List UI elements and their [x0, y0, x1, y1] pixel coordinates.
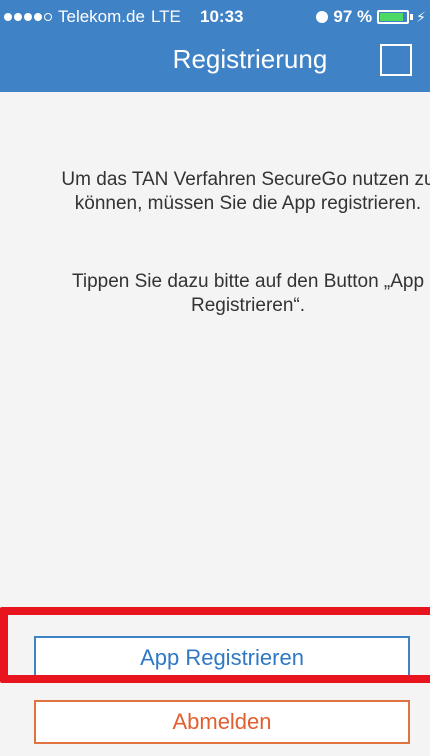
main-content: Um das TAN Verfahren SecureGo nutzen zu … — [0, 92, 430, 756]
carrier-name: Telekom.de — [58, 7, 145, 26]
status-time: 10:33 — [200, 7, 244, 26]
network-type: LTE — [150, 7, 181, 26]
app-header: Telekom.de LTE 10:33 97 % ⚡ Registrierun… — [0, 0, 430, 92]
instruction-text: Um das TAN Verfahren SecureGo nutzen zu … — [61, 169, 430, 214]
register-app-button[interactable]: App Registrieren — [34, 636, 410, 680]
charging-bolt-icon: ⚡ — [416, 8, 426, 25]
battery-icon — [377, 10, 410, 24]
hint-text: Tippen Sie dazu bitte auf den Button „Ap… — [71, 271, 425, 316]
status-bar: Telekom.de LTE 10:33 97 % ⚡ — [0, 0, 430, 34]
battery-fill — [380, 13, 404, 21]
status-left: Telekom.de LTE — [4, 7, 181, 27]
signal-strength-icon — [4, 13, 52, 21]
battery-percent: 97 % — [333, 7, 373, 26]
page-title: Registrierung — [172, 44, 328, 74]
alarm-icon — [316, 11, 329, 23]
logout-button[interactable]: Abmelden — [34, 700, 410, 744]
battery-tip — [410, 14, 414, 20]
menu-button[interactable] — [380, 44, 412, 76]
status-right: 97 % ⚡ — [316, 7, 426, 27]
